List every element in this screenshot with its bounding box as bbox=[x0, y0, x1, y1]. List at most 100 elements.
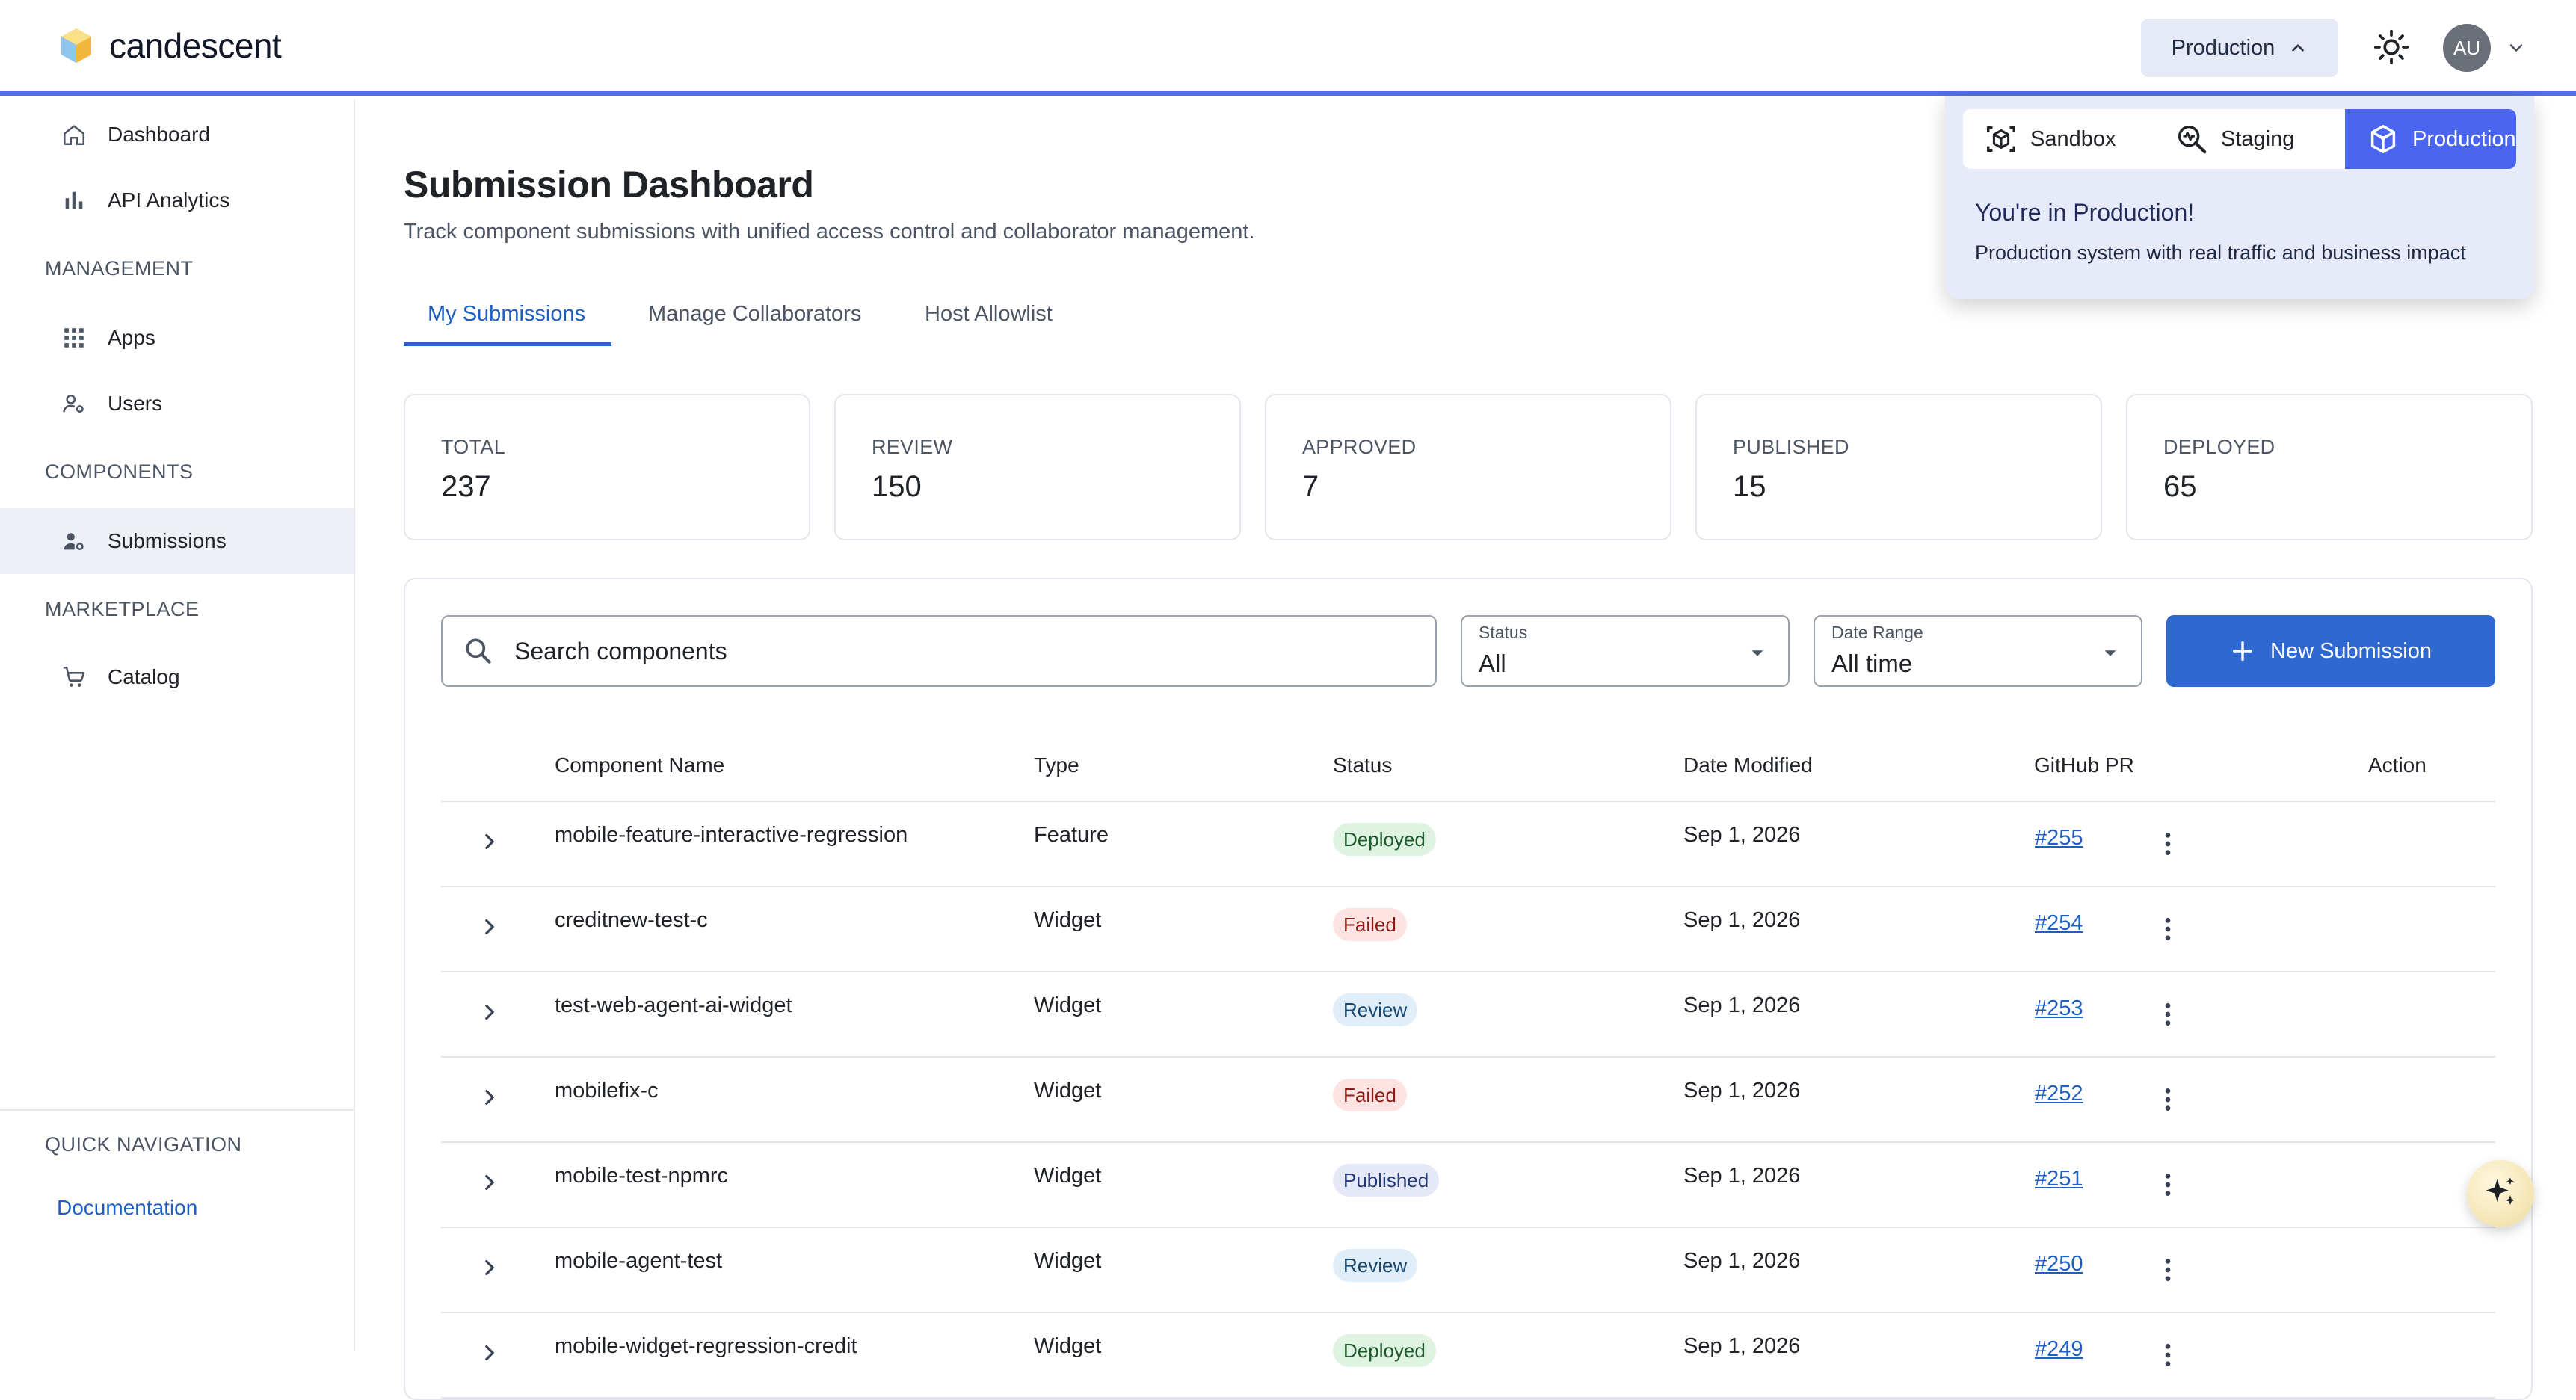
env-option-label: Production bbox=[2412, 126, 2516, 151]
status-badge: Review bbox=[1333, 1249, 1418, 1282]
status-badge: Failed bbox=[1333, 908, 1407, 941]
github-pr-link[interactable]: #255 bbox=[2035, 826, 2083, 851]
new-submission-button[interactable]: New Submission bbox=[2166, 615, 2495, 687]
more-actions-icon[interactable] bbox=[2153, 1170, 2183, 1200]
sidebar-item-label: Apps bbox=[108, 326, 155, 349]
sidebar-item-users[interactable]: Users bbox=[0, 371, 354, 437]
ai-assistant-button[interactable] bbox=[2467, 1160, 2534, 1227]
date-modified-cell: Sep 1, 2026 bbox=[1683, 908, 1801, 932]
expand-chevron-icon[interactable] bbox=[477, 829, 502, 854]
search-input[interactable] bbox=[513, 636, 1395, 666]
tab-my-submissions[interactable]: My Submissions bbox=[428, 302, 585, 327]
more-actions-icon[interactable] bbox=[2153, 999, 2183, 1029]
sidebar-panel: Dashboard API Analytics MANAGEMENT Apps … bbox=[0, 100, 355, 1351]
status-badge: Review bbox=[1333, 993, 1418, 1026]
more-actions-icon[interactable] bbox=[2153, 1085, 2183, 1114]
component-name-cell: creditnew-test-c bbox=[555, 908, 708, 932]
more-actions-icon[interactable] bbox=[2153, 914, 2183, 944]
env-option-sandbox[interactable]: Sandbox bbox=[1963, 109, 2154, 169]
expand-chevron-icon[interactable] bbox=[477, 1340, 502, 1366]
date-modified-cell: Sep 1, 2026 bbox=[1683, 823, 1801, 847]
bar-chart-icon bbox=[65, 191, 83, 209]
env-option-staging[interactable]: Staging bbox=[2154, 109, 2345, 169]
expand-chevron-icon[interactable] bbox=[477, 999, 502, 1025]
column-header-component-name[interactable]: Component Name bbox=[555, 753, 724, 777]
date-range-select[interactable]: Date Range All time bbox=[1814, 615, 2142, 687]
stat-card-review: REVIEW 150 bbox=[834, 394, 1241, 540]
tab-host-allowlist[interactable]: Host Allowlist bbox=[925, 302, 1053, 327]
stat-card-published: PUBLISHED 15 bbox=[1695, 394, 2102, 540]
sidebar-item-label: Catalog bbox=[108, 665, 180, 688]
sandbox-icon bbox=[1987, 126, 2015, 152]
component-name-cell: mobilefix-c bbox=[555, 1079, 659, 1103]
status-badge: Published bbox=[1333, 1164, 1440, 1197]
logo[interactable]: candescent bbox=[58, 25, 282, 66]
column-header-github-pr[interactable]: GitHub PR bbox=[2034, 753, 2134, 777]
section-components: COMPONENTS bbox=[45, 460, 194, 483]
sidebar-item-dashboard[interactable]: Dashboard bbox=[0, 102, 354, 167]
stat-value: 7 bbox=[1302, 470, 1319, 503]
sidebar-item-catalog[interactable]: Catalog bbox=[0, 644, 354, 710]
tab-manage-collaborators[interactable]: Manage Collaborators bbox=[648, 302, 861, 327]
dropdown-caret-icon bbox=[2104, 650, 2116, 656]
production-icon bbox=[2370, 125, 2396, 153]
popover-title: You're in Production! bbox=[1975, 199, 2195, 226]
table-row[interactable]: mobile-feature-interactive-regression Fea… bbox=[441, 802, 2495, 887]
date-modified-cell: Sep 1, 2026 bbox=[1683, 1334, 1801, 1358]
table-row[interactable]: mobile-widget-regression-credit Widget Dep… bbox=[441, 1313, 2495, 1399]
environment-switcher-button[interactable]: Production bbox=[2141, 19, 2338, 77]
more-actions-icon[interactable] bbox=[2153, 829, 2183, 859]
github-pr-link[interactable]: #252 bbox=[2035, 1082, 2083, 1106]
search-field[interactable] bbox=[441, 615, 1437, 687]
status-select[interactable]: Status All bbox=[1461, 615, 1790, 687]
avatar[interactable]: AU bbox=[2443, 24, 2491, 72]
avatar-initials: AU bbox=[2453, 36, 2481, 59]
column-header-action: Action bbox=[2368, 753, 2426, 777]
theme-toggle-sun-icon[interactable] bbox=[2373, 28, 2410, 66]
component-name-cell: mobile-test-npmrc bbox=[555, 1164, 729, 1188]
column-header-status[interactable]: Status bbox=[1333, 753, 1392, 777]
stat-label: APPROVED bbox=[1302, 436, 1417, 458]
column-header-date-modified[interactable]: Date Modified bbox=[1683, 753, 1813, 777]
sidebar-item-label: API Analytics bbox=[108, 188, 230, 212]
chevron-down-icon[interactable] bbox=[2506, 37, 2527, 58]
env-option-label: Sandbox bbox=[2030, 126, 2116, 151]
table-row[interactable]: test-web-agent-ai-widget Widget Review Sep … bbox=[441, 972, 2495, 1058]
page-subtitle: Track component submissions with unified… bbox=[404, 220, 1255, 244]
table-row[interactable]: mobile-test-npmrc Widget Published Sep 1, 2… bbox=[441, 1143, 2495, 1228]
documentation-link[interactable]: Documentation bbox=[57, 1196, 197, 1220]
type-cell: Widget bbox=[1034, 1249, 1102, 1273]
github-pr-link[interactable]: #249 bbox=[2035, 1337, 2083, 1362]
sidebar-item-apps[interactable]: Apps bbox=[0, 305, 354, 371]
quick-navigation-title: QUICK NAVIGATION bbox=[45, 1133, 242, 1156]
table-row[interactable]: creditnew-test-c Widget Failed Sep 1, 2026 #… bbox=[441, 887, 2495, 972]
sidebar-divider bbox=[0, 1109, 354, 1111]
type-cell: Widget bbox=[1034, 1164, 1102, 1188]
app-name: candescent bbox=[109, 26, 282, 65]
status-select-value: All bbox=[1479, 650, 1506, 677]
github-pr-link[interactable]: #253 bbox=[2035, 996, 2083, 1021]
popover-description: Production system with real traffic and … bbox=[1975, 241, 2466, 264]
expand-chevron-icon[interactable] bbox=[477, 1170, 502, 1195]
more-actions-icon[interactable] bbox=[2153, 1340, 2183, 1370]
chevron-up-icon bbox=[2292, 44, 2305, 52]
more-actions-icon[interactable] bbox=[2153, 1255, 2183, 1285]
expand-chevron-icon[interactable] bbox=[477, 1085, 502, 1110]
sidebar-item-label: Users bbox=[108, 392, 163, 415]
environment-label: Production bbox=[2171, 35, 2275, 60]
expand-chevron-icon[interactable] bbox=[477, 914, 502, 940]
sidebar-item-api-analytics[interactable]: API Analytics bbox=[0, 167, 354, 233]
column-header-type[interactable]: Type bbox=[1034, 753, 1079, 777]
github-pr-link[interactable]: #254 bbox=[2035, 911, 2083, 936]
github-pr-link[interactable]: #251 bbox=[2035, 1167, 2083, 1191]
sidebar-item-submissions[interactable]: Submissions bbox=[0, 508, 354, 574]
stat-label: PUBLISHED bbox=[1733, 436, 1849, 458]
stat-label: TOTAL bbox=[441, 436, 506, 458]
github-pr-link[interactable]: #250 bbox=[2035, 1252, 2083, 1277]
date-modified-cell: Sep 1, 2026 bbox=[1683, 993, 1801, 1017]
env-option-production[interactable]: Production bbox=[2345, 109, 2516, 169]
table-row[interactable]: mobilefix-c Widget Failed Sep 1, 2026 #252 bbox=[441, 1058, 2495, 1143]
table-row[interactable]: mobile-agent-test Widget Review Sep 1, 2026… bbox=[441, 1228, 2495, 1313]
stat-label: REVIEW bbox=[872, 436, 953, 458]
expand-chevron-icon[interactable] bbox=[477, 1255, 502, 1280]
